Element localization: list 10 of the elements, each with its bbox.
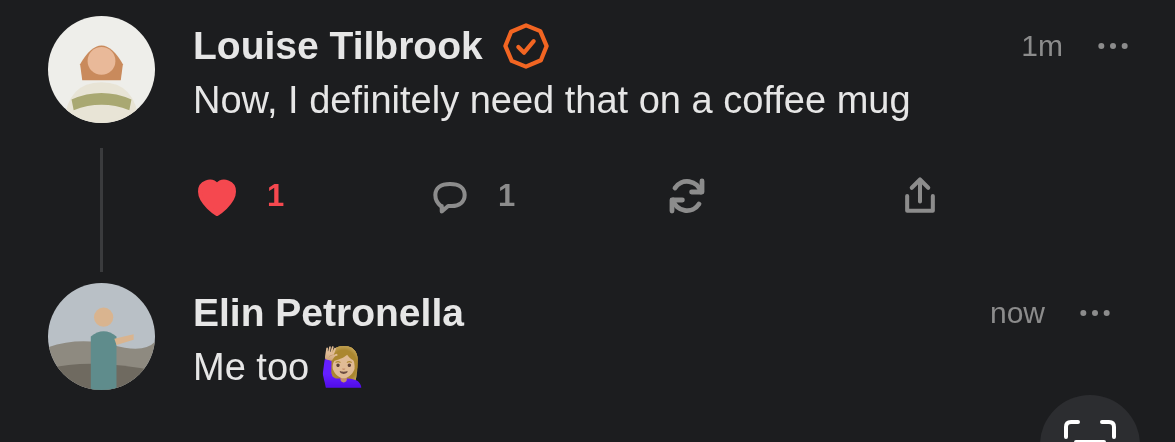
- comment-text: Me too 🙋🏼‍♀: [193, 345, 368, 390]
- author-name[interactable]: Elin Petronella: [193, 291, 464, 335]
- author-name[interactable]: Louise Tilbrook: [193, 24, 483, 68]
- like-count: 1: [267, 178, 285, 214]
- comment-text: Now, I definitely need that on a coffee mug: [193, 78, 912, 123]
- timestamp: now: [989, 296, 1045, 330]
- verified-badge-icon: [502, 23, 549, 69]
- timestamp: 1m: [1021, 29, 1063, 63]
- scan-icon: [1062, 417, 1118, 442]
- reply-count: 1: [498, 178, 516, 214]
